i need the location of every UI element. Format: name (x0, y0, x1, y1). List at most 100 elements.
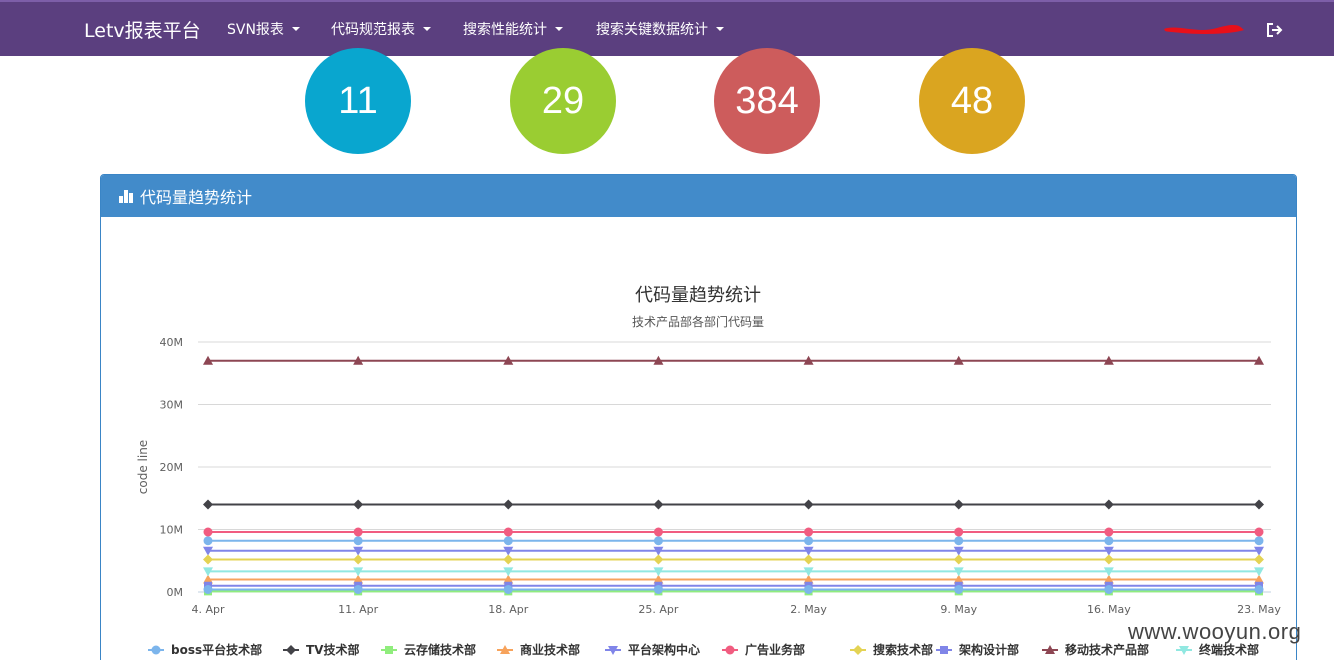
nav-item-code-standard-report[interactable]: 代码规范报表 (331, 19, 431, 39)
stat-circle-2: 29 (510, 48, 616, 154)
redacted-username[interactable] (1162, 22, 1246, 36)
y-axis-label: code line (136, 440, 150, 494)
x-tick-label: 11. Apr (338, 603, 378, 616)
legend-swatch-marker (940, 646, 948, 654)
data-point (353, 499, 364, 510)
legend-item: 广告业务部 (745, 642, 805, 657)
data-point (953, 499, 964, 510)
nav-item-label: 搜索性能统计 (463, 22, 547, 38)
nav-item-search-key-data[interactable]: 搜索关键数据统计 (596, 19, 724, 39)
watermark-text: www.wooyun.org (1128, 619, 1302, 644)
x-tick-label: 16. May (1087, 603, 1131, 616)
data-point (203, 499, 213, 510)
data-point (353, 585, 363, 594)
nav-item-search-performance[interactable]: 搜索性能统计 (463, 19, 563, 39)
data-point (1103, 499, 1114, 510)
data-point (503, 554, 514, 565)
top-navbar: Letv报表平台 SVN报表 代码规范报表 搜索性能统计 搜索关键数据统计 (0, 0, 1334, 56)
bar-chart-icon (119, 190, 133, 203)
data-point (954, 585, 964, 594)
data-point (353, 554, 364, 565)
data-point (954, 536, 964, 546)
y-tick-label: 0M (167, 586, 184, 599)
stat-circle-1: 11 (305, 48, 411, 154)
caret-down-icon (291, 27, 300, 31)
stat-circle-3: 384 (714, 48, 820, 154)
nav-item-label: 搜索关键数据统计 (596, 22, 708, 38)
data-point (653, 527, 663, 537)
y-tick-label: 10M (160, 524, 184, 537)
nav-item-label: SVN报表 (227, 22, 284, 38)
data-point (954, 527, 964, 537)
data-point (653, 499, 664, 510)
data-point (1254, 554, 1264, 565)
data-point (1254, 536, 1264, 546)
logout-icon[interactable] (1264, 20, 1284, 40)
data-point (203, 536, 213, 546)
data-point (203, 527, 213, 537)
x-tick-label: 9. May (940, 603, 977, 616)
chart-subtitle: 技术产品部各部门代码量 (632, 314, 764, 329)
x-tick-label: 18. Apr (488, 603, 528, 616)
data-point (803, 554, 814, 565)
data-point (203, 585, 213, 594)
data-point (1254, 585, 1264, 594)
legend-item: 平台架构中心 (628, 642, 700, 657)
data-point (804, 585, 814, 594)
nav-item-label: 代码规范报表 (331, 22, 415, 38)
stat-value: 384 (735, 79, 799, 122)
legend-swatch-marker (286, 645, 296, 655)
data-point (1254, 499, 1264, 510)
data-point (353, 536, 363, 546)
caret-down-icon (716, 27, 724, 31)
data-point (1104, 585, 1114, 594)
chart-title: 代码量趋势统计 (635, 285, 761, 306)
data-point (503, 527, 513, 537)
data-point (1103, 554, 1114, 565)
brand-title[interactable]: Letv报表平台 (84, 16, 201, 43)
data-point (653, 554, 664, 565)
y-tick-label: 30M (160, 399, 184, 412)
data-point (1104, 527, 1114, 537)
x-tick-label: 25. Apr (638, 603, 678, 616)
data-point (353, 527, 363, 537)
data-point (1254, 527, 1264, 537)
x-tick-label: 4. Apr (191, 603, 224, 616)
legend-swatch-marker (725, 645, 735, 655)
nav-item-svn-report[interactable]: SVN报表 (227, 19, 300, 39)
legend-swatch-marker (151, 645, 161, 655)
legend-item: 云存储技术部 (404, 642, 476, 657)
data-point (503, 585, 513, 594)
data-point (653, 536, 663, 546)
legend-item: 商业技术部 (520, 642, 580, 657)
data-point (503, 499, 514, 510)
legend-item: 架构设计部 (958, 642, 1019, 657)
legend-swatch-marker (385, 646, 393, 654)
stat-circle-4: 48 (919, 48, 1025, 154)
legend-item: boss平台技术部 (171, 642, 262, 657)
x-tick-label: 2. May (790, 603, 827, 616)
panel-title: 代码量趋势统计 (140, 188, 253, 207)
panel-heading: 代码量趋势统计 (101, 175, 1296, 217)
data-point (953, 554, 964, 565)
caret-down-icon (423, 27, 431, 31)
data-point (653, 585, 663, 594)
line-chart: 代码量趋势统计技术产品部各部门代码量 0M 10M 20M 30M 40M code lin… (136, 285, 1281, 657)
data-point (804, 536, 814, 546)
stat-value: 11 (338, 79, 378, 122)
x-tick-label: 23. May (1237, 603, 1281, 616)
caret-down-icon (555, 27, 563, 31)
legend-swatch-marker (853, 645, 863, 655)
legend-item: 搜索技术部 (873, 642, 933, 657)
data-point (203, 554, 213, 565)
data-point (803, 499, 814, 510)
data-point (503, 536, 513, 546)
y-tick-label: 40M (160, 336, 184, 349)
stat-value: 48 (950, 79, 994, 122)
data-point (1104, 536, 1114, 546)
y-tick-label: 20M (160, 461, 184, 474)
data-point (804, 527, 814, 537)
code-trend-panel: 代码量趋势统计 代码量趋势统计技术产品部各部门代码量 0M 10M 20M 30M 40M… (100, 174, 1297, 660)
legend-item: TV技术部 (306, 642, 359, 657)
stat-value: 29 (541, 79, 585, 122)
